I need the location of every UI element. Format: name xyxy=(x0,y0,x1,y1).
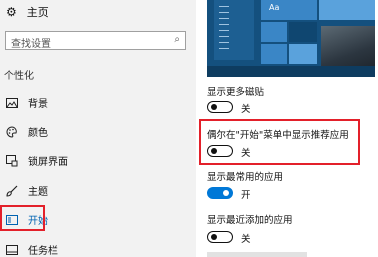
toggle-knob xyxy=(223,190,229,196)
sidebar-item-color[interactable]: 颜色 xyxy=(6,124,48,139)
image-icon xyxy=(6,97,18,109)
toggle-knob xyxy=(211,148,217,154)
section-title: 个性化 xyxy=(4,71,34,82)
toggle-state-label: 关 xyxy=(241,104,251,115)
sidebar-item-lock-screen[interactable]: 锁屏界面 xyxy=(6,153,68,168)
home-label: 主页 xyxy=(26,6,49,19)
preview-taskbar xyxy=(207,66,375,77)
toggle-state-label: 关 xyxy=(241,234,251,245)
highlight-box-suggestions xyxy=(199,119,360,165)
toggle-most-used[interactable] xyxy=(207,187,233,199)
preview-line xyxy=(219,48,229,49)
search-icon: ⌕ xyxy=(174,34,180,45)
preview-line xyxy=(219,12,229,13)
setting-label-suggestions: 偶尔在"开始"菜单中显示推荐应用 xyxy=(207,130,349,141)
preview-tile xyxy=(319,0,375,20)
sidebar-item-taskbar[interactable]: 任务栏 xyxy=(6,242,58,257)
preview-tile xyxy=(289,44,317,64)
sidebar-item-background[interactable]: 背景 xyxy=(6,95,48,110)
cut-off-next-setting xyxy=(207,252,307,257)
toggle-suggestions[interactable] xyxy=(207,145,233,157)
search-placeholder: 查找设置 xyxy=(11,39,51,50)
gear-icon: ⚙ xyxy=(6,5,17,19)
start-menu-preview: Aa xyxy=(207,0,375,77)
setting-label-more-tiles: 显示更多磁贴 xyxy=(207,87,265,98)
toggle-recently-added[interactable] xyxy=(207,231,233,243)
preview-line xyxy=(219,36,229,37)
sidebar-item-label: 锁屏界面 xyxy=(28,157,68,168)
toggle-knob xyxy=(211,234,217,240)
setting-label-recently-added: 显示最近添加的应用 xyxy=(207,215,293,226)
sidebar-item-label: 背景 xyxy=(28,99,48,110)
preview-tile xyxy=(261,22,287,42)
preview-line xyxy=(219,6,229,7)
sidebar-item-label: 颜色 xyxy=(28,128,48,139)
sidebar-item-label: 主题 xyxy=(28,187,48,198)
settings-sidebar: ⚙ 主页 查找设置 ⌕ 个性化 背景 颜色 锁屏界面 主题 开始 任务栏 xyxy=(0,0,196,257)
palette-icon xyxy=(6,125,18,138)
lock-screen-icon xyxy=(6,154,18,167)
taskbar-icon xyxy=(6,244,18,256)
sidebar-item-themes[interactable]: 主题 xyxy=(6,183,48,198)
preview-line xyxy=(219,42,229,43)
toggle-state-label: 关 xyxy=(241,148,251,159)
preview-line xyxy=(219,24,229,25)
preview-tile-text: Aa xyxy=(269,3,280,12)
preview-line xyxy=(219,18,229,19)
toggle-knob xyxy=(211,104,217,110)
sidebar-item-label: 任务栏 xyxy=(28,246,58,257)
home-nav-item[interactable]: ⚙ 主页 xyxy=(6,4,49,20)
preview-tile xyxy=(261,44,287,64)
search-input[interactable]: 查找设置 ⌕ xyxy=(5,31,186,50)
brush-icon xyxy=(6,185,18,197)
highlight-box-start xyxy=(0,205,45,231)
setting-label-most-used: 显示最常用的应用 xyxy=(207,172,284,183)
preview-tile xyxy=(289,22,317,42)
toggle-more-tiles[interactable] xyxy=(207,101,233,113)
toggle-state-label: 开 xyxy=(241,190,251,201)
preview-line xyxy=(219,30,229,31)
